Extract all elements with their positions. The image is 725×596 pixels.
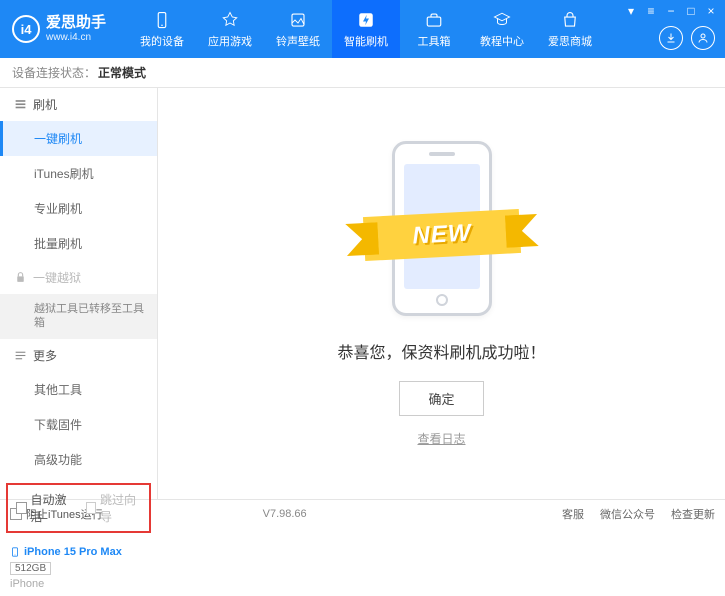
- nav-ringtones[interactable]: 铃声壁纸: [264, 0, 332, 58]
- sidebar-item-advanced[interactable]: 高级功能: [0, 442, 157, 477]
- sidebar: 刷机 一键刷机 iTunes刷机 专业刷机 批量刷机 一键越狱 越狱工具已转移至…: [0, 88, 158, 499]
- toolbox-icon: [424, 10, 444, 30]
- nav-tutorial[interactable]: 教程中心: [468, 0, 536, 58]
- nav-apps[interactable]: 应用游戏: [196, 0, 264, 58]
- wallpaper-icon: [288, 10, 308, 30]
- success-illustration: NEW: [372, 141, 512, 321]
- sidebar-item-oneclick[interactable]: 一键刷机: [0, 121, 157, 156]
- window-controls: ▾ ≡ − □ ×: [623, 4, 719, 18]
- sidebar-group-more[interactable]: 更多: [0, 339, 157, 372]
- status-label: 设备连接状态：: [12, 64, 96, 81]
- sidebar-item-batch[interactable]: 批量刷机: [0, 226, 157, 261]
- footer-update[interactable]: 检查更新: [671, 506, 715, 522]
- store-icon: [560, 10, 580, 30]
- header-actions: [659, 26, 715, 50]
- status-value: 正常模式: [98, 64, 146, 81]
- sidebar-jailbreak-note: 越狱工具已转移至工具箱: [0, 294, 157, 339]
- success-message: 恭喜您，保资料刷机成功啦！: [337, 339, 545, 363]
- device-icon: [152, 10, 172, 30]
- nav-toolbox[interactable]: 工具箱: [400, 0, 468, 58]
- sidebar-item-pro[interactable]: 专业刷机: [0, 191, 157, 226]
- list-icon: [14, 98, 27, 111]
- ok-button[interactable]: 确定: [399, 381, 483, 416]
- sidebar-item-other[interactable]: 其他工具: [0, 372, 157, 407]
- nav-store[interactable]: 爱思商城: [536, 0, 604, 58]
- download-button[interactable]: [659, 26, 683, 50]
- main-content: NEW 恭喜您，保资料刷机成功啦！ 确定 查看日志: [158, 88, 725, 499]
- view-log-link[interactable]: 查看日志: [417, 430, 465, 447]
- apps-icon: [220, 10, 240, 30]
- highlighted-options: 自动激活 跳过向导: [6, 483, 151, 533]
- app-website: www.i4.cn: [46, 32, 106, 43]
- more-icon: [14, 349, 27, 362]
- sidebar-group-flash[interactable]: 刷机: [0, 88, 157, 121]
- sidebar-item-itunes[interactable]: iTunes刷机: [0, 156, 157, 191]
- phone-icon: [10, 545, 20, 559]
- device-type: iPhone: [10, 578, 147, 590]
- device-name[interactable]: iPhone 15 Pro Max: [10, 545, 147, 559]
- user-button[interactable]: [691, 26, 715, 50]
- checkbox-skip-guide[interactable]: 跳过向导: [86, 491, 142, 525]
- menu-icon[interactable]: ▾: [623, 4, 639, 18]
- nav-my-device[interactable]: 我的设备: [128, 0, 196, 58]
- device-status-bar: 设备连接状态： 正常模式: [0, 58, 725, 88]
- version-label: V7.98.66: [263, 508, 307, 520]
- app-title: 爱思助手: [46, 15, 106, 32]
- settings-icon[interactable]: ≡: [643, 4, 659, 18]
- footer-wechat[interactable]: 微信公众号: [600, 506, 655, 522]
- sidebar-group-jailbreak: 一键越狱: [0, 261, 157, 294]
- lock-icon: [14, 271, 27, 284]
- tutorial-icon: [492, 10, 512, 30]
- app-header: i4 爱思助手 www.i4.cn 我的设备 应用游戏 铃声壁纸 智能刷机 工具…: [0, 0, 725, 58]
- footer-support[interactable]: 客服: [562, 506, 584, 522]
- logo-icon: i4: [12, 15, 40, 43]
- ribbon-text: NEW: [411, 219, 471, 250]
- sidebar-item-download-fw[interactable]: 下载固件: [0, 407, 157, 442]
- main-nav: 我的设备 应用游戏 铃声壁纸 智能刷机 工具箱 教程中心 爱思商城: [128, 0, 604, 58]
- minimize-button[interactable]: −: [663, 4, 679, 18]
- close-button[interactable]: ×: [703, 4, 719, 18]
- logo-area: i4 爱思助手 www.i4.cn: [0, 15, 118, 43]
- device-storage: 512GB: [10, 562, 51, 575]
- flash-icon: [356, 10, 376, 30]
- maximize-button[interactable]: □: [683, 4, 699, 18]
- nav-flash[interactable]: 智能刷机: [332, 0, 400, 58]
- checkbox-auto-activate[interactable]: 自动激活: [16, 491, 72, 525]
- device-info-panel: iPhone 15 Pro Max 512GB iPhone: [0, 539, 157, 596]
